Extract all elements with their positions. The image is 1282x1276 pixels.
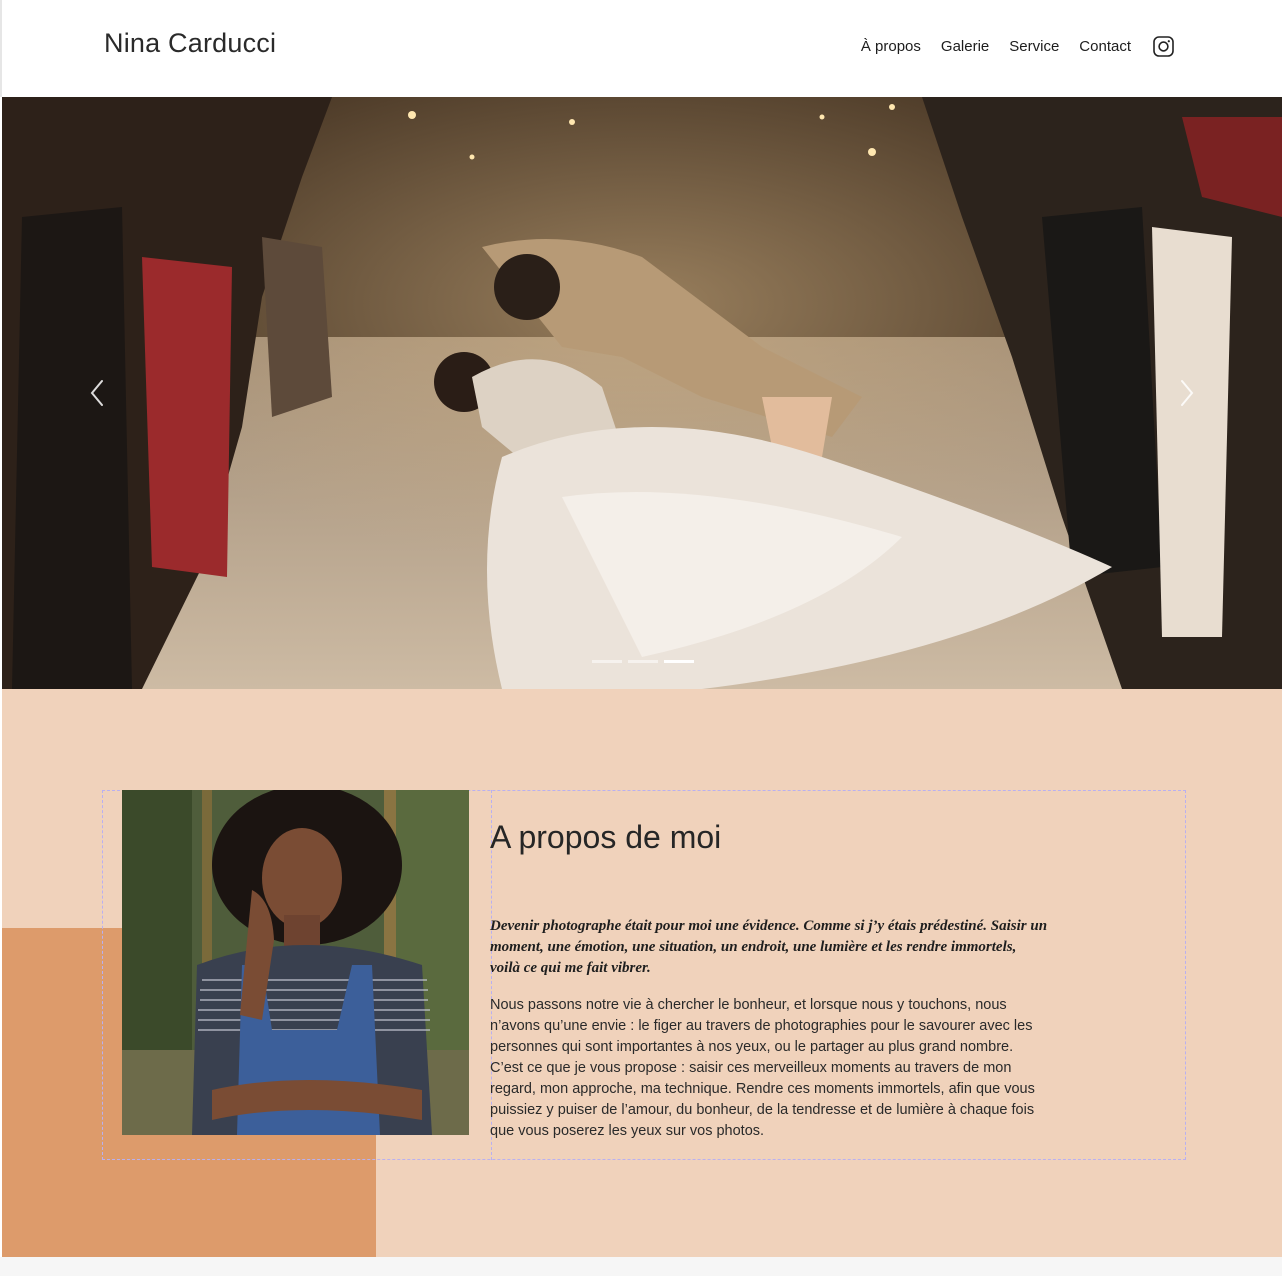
nav-link-galerie[interactable]: Galerie	[941, 38, 989, 55]
about-section: A propos de moi Devenir photographe étai…	[2, 689, 1282, 1257]
nav-link-service[interactable]: Service	[1009, 38, 1059, 55]
about-title: A propos de moi	[490, 819, 722, 855]
hero-carousel	[2, 97, 1282, 689]
chevron-right-icon	[1181, 380, 1194, 406]
carousel-indicator-3[interactable]	[664, 660, 694, 663]
carousel-prev-button[interactable]	[86, 377, 110, 409]
site-header: Nina Carducci À propos Galerie Service C…	[0, 0, 1282, 97]
instagram-icon[interactable]	[1153, 36, 1174, 57]
carousel-indicators	[592, 660, 694, 663]
nav-link-contact[interactable]: Contact	[1079, 38, 1131, 55]
page-bottom-strip	[0, 1257, 1282, 1276]
carousel-indicator-2[interactable]	[628, 660, 658, 663]
brand-name[interactable]: Nina Carducci	[104, 28, 276, 59]
main-nav: À propos Galerie Service Contact	[861, 36, 1174, 57]
carousel-next-button[interactable]	[1174, 377, 1198, 409]
nav-link-a-propos[interactable]: À propos	[861, 38, 921, 55]
portrait-photo	[122, 790, 469, 1135]
chevron-left-icon	[90, 380, 103, 406]
about-body-text: Nous passons notre vie à chercher le bon…	[490, 997, 1035, 1139]
hero-wedding-photo	[2, 97, 1282, 689]
about-quote: Devenir photographe était pour moi une é…	[490, 918, 1048, 976]
carousel-indicator-1[interactable]	[592, 660, 622, 663]
